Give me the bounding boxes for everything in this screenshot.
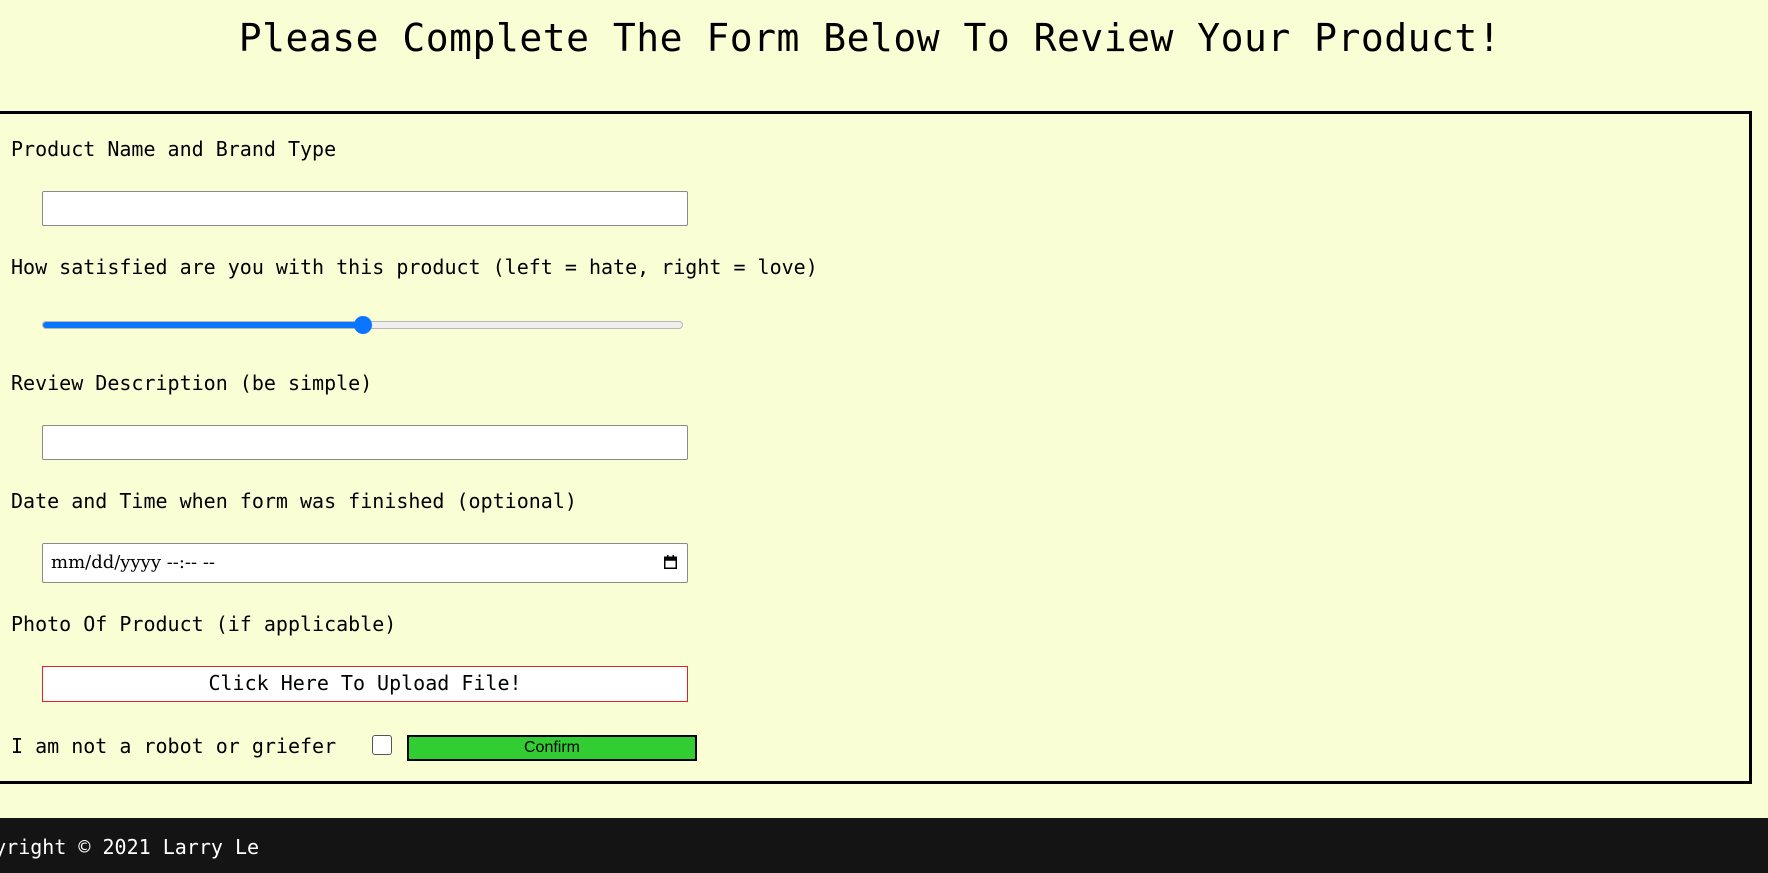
copyright-text: Copyright © 2021 Larry Le	[0, 835, 260, 859]
robot-check-checkbox[interactable]	[372, 735, 392, 755]
datetime-input[interactable]: mm/dd/yyyy --:-- --	[42, 543, 688, 583]
satisfaction-slider[interactable]	[42, 316, 683, 334]
review-description-input[interactable]	[42, 425, 688, 460]
calendar-icon[interactable]	[664, 555, 677, 569]
robot-check-label: I am not a robot or griefer	[11, 734, 337, 758]
footer: Copyright © 2021 Larry Le	[0, 818, 1768, 873]
photo-label: Photo Of Product (if applicable)	[11, 612, 397, 636]
review-description-label: Review Description (be simple)	[11, 371, 373, 395]
datetime-label: Date and Time when form was finished (op…	[11, 489, 577, 513]
upload-file-button[interactable]: Click Here To Upload File!	[42, 666, 688, 702]
page-title: Please Complete The Form Below To Review…	[238, 16, 1502, 60]
satisfaction-label: How satisfied are you with this product …	[11, 255, 818, 279]
slider-fill	[43, 322, 363, 328]
confirm-button[interactable]: Confirm	[407, 735, 697, 761]
product-name-input[interactable]	[42, 191, 688, 226]
datetime-placeholder: mm/dd/yyyy --:-- --	[51, 552, 215, 573]
slider-thumb[interactable]	[353, 316, 372, 334]
product-name-label: Product Name and Brand Type	[11, 137, 337, 161]
